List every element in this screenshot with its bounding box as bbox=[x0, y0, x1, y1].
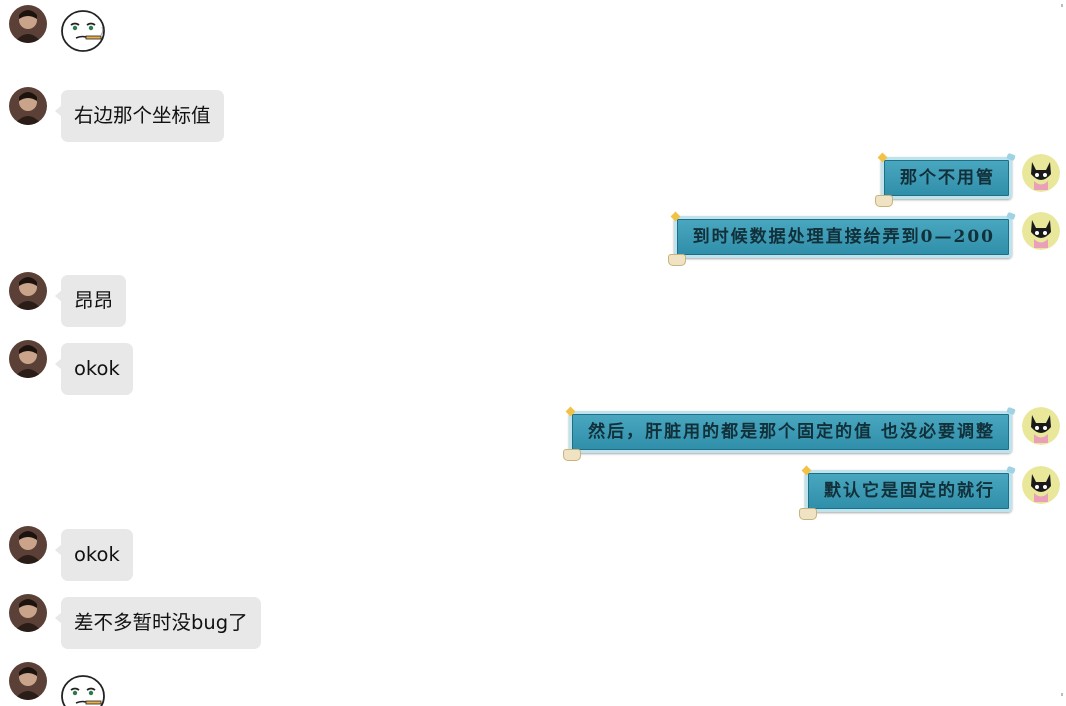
message-bubble-incoming[interactable]: 昂昂 bbox=[54, 275, 127, 327]
message-bubble-incoming[interactable]: okok bbox=[55, 529, 133, 581]
message-row-incoming: okok bbox=[0, 526, 1066, 582]
message-bubble-incoming[interactable]: 差不多暂时没bug了 bbox=[55, 597, 261, 649]
message-text: 那个不用管 bbox=[900, 168, 995, 188]
message-row-incoming: okok bbox=[0, 340, 1066, 396]
feather-decoration-icon bbox=[1006, 152, 1016, 162]
message-text: 到时候数据处理直接给弄到0—200 bbox=[692, 227, 995, 247]
star-decoration-icon bbox=[877, 152, 888, 163]
my-avatar[interactable] bbox=[1022, 154, 1060, 192]
message-row-incoming bbox=[0, 5, 1066, 61]
message-text: 默认它是固定的就行 bbox=[824, 481, 995, 501]
message-bubble-outgoing[interactable]: 默认它是固定的就行 bbox=[799, 465, 1016, 520]
my-avatar[interactable] bbox=[1022, 466, 1060, 504]
boat-decoration-icon bbox=[667, 254, 686, 266]
feather-decoration-icon bbox=[1006, 406, 1016, 416]
star-decoration-icon bbox=[801, 465, 812, 476]
feather-decoration-icon bbox=[1006, 211, 1016, 221]
contact-avatar[interactable] bbox=[9, 594, 47, 632]
my-avatar[interactable] bbox=[1022, 212, 1060, 250]
contact-avatar[interactable] bbox=[9, 662, 47, 700]
message-bubble-outgoing[interactable]: 然后，肝脏用的都是那个固定的值 也没必要调整 bbox=[563, 406, 1016, 461]
message-row-outgoing: 那个不用管 bbox=[0, 152, 1066, 207]
message-row-incoming: 差不多暂时没bug了 bbox=[0, 594, 1066, 650]
contact-avatar[interactable] bbox=[9, 340, 47, 378]
boat-decoration-icon bbox=[875, 195, 893, 207]
scrollbar-top-marker[interactable] bbox=[1061, 4, 1063, 7]
scrollbar-bottom-marker[interactable] bbox=[1061, 693, 1063, 696]
my-avatar[interactable] bbox=[1022, 407, 1060, 445]
message-bubble-outgoing[interactable]: 那个不用管 bbox=[875, 152, 1016, 207]
message-text: 然后，肝脏用的都是那个固定的值 也没必要调整 bbox=[588, 422, 995, 442]
boat-decoration-icon bbox=[563, 449, 582, 461]
message-row-outgoing: 到时候数据处理直接给弄到0—200 bbox=[0, 211, 1066, 268]
contact-avatar[interactable] bbox=[9, 87, 47, 125]
message-bubble-outgoing[interactable]: 到时候数据处理直接给弄到0—200 bbox=[667, 211, 1016, 266]
face-with-cigarette-sticker[interactable] bbox=[58, 5, 108, 55]
message-row-incoming: 右边那个坐标值 bbox=[0, 87, 1066, 143]
message-bubble-incoming[interactable]: okok bbox=[55, 343, 133, 395]
message-row-incoming bbox=[0, 662, 1066, 706]
face-with-cigarette-sticker[interactable] bbox=[58, 670, 108, 706]
message-row-incoming: 昂昂 bbox=[0, 272, 1066, 328]
contact-avatar[interactable] bbox=[9, 5, 47, 43]
boat-decoration-icon bbox=[799, 508, 817, 520]
message-row-outgoing: 默认它是固定的就行 bbox=[0, 465, 1066, 522]
star-decoration-icon bbox=[670, 211, 681, 222]
chat-message-list: 右边那个坐标值 那个不用管 到时候数据处理直接给弄到0—200 昂昂 okok … bbox=[0, 0, 1066, 706]
feather-decoration-icon bbox=[1006, 465, 1016, 475]
contact-avatar[interactable] bbox=[9, 272, 47, 310]
message-bubble-incoming[interactable]: 右边那个坐标值 bbox=[55, 90, 224, 142]
star-decoration-icon bbox=[565, 406, 576, 417]
contact-avatar[interactable] bbox=[9, 526, 47, 564]
message-row-outgoing: 然后，肝脏用的都是那个固定的值 也没必要调整 bbox=[0, 406, 1066, 463]
